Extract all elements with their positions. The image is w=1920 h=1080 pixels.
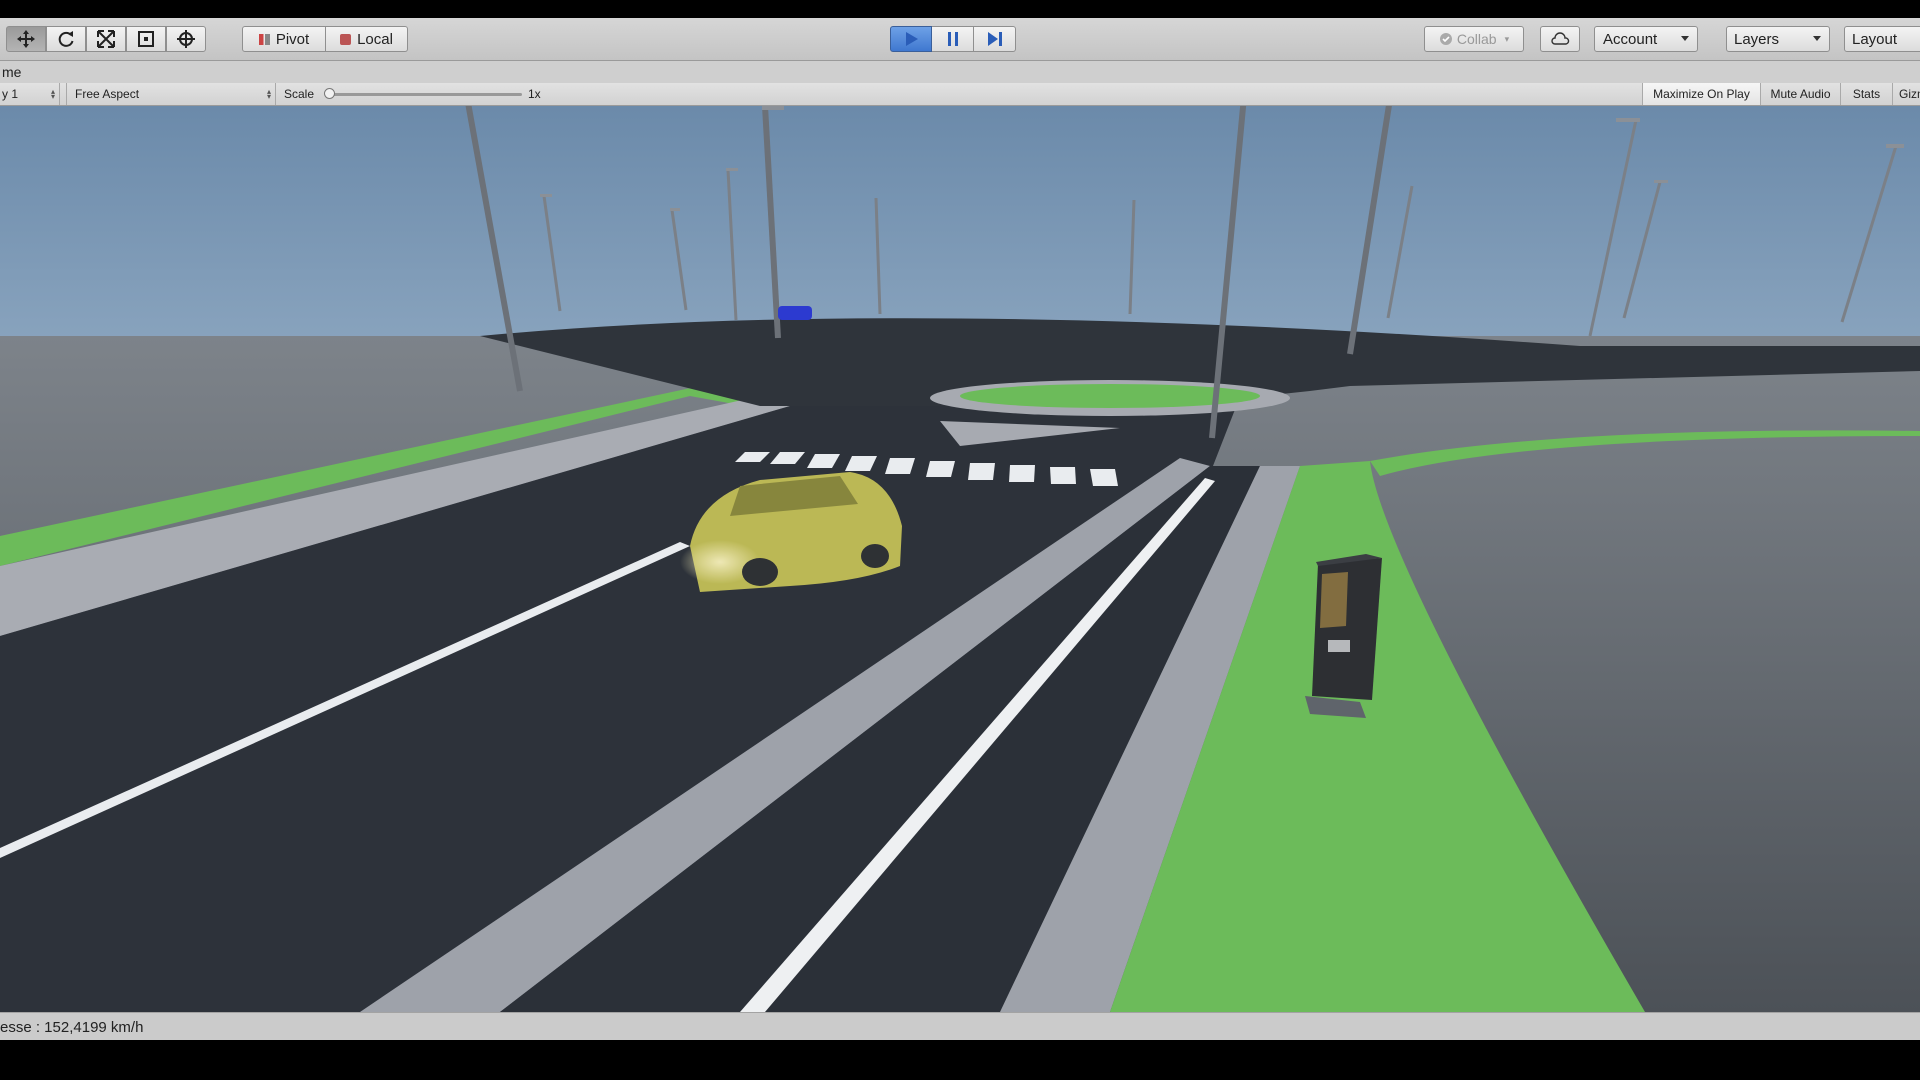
speed-readout: esse : 152,4199 km/h xyxy=(0,1019,144,1036)
updown-icon: ▴ ▾ xyxy=(50,87,55,101)
transform-icon xyxy=(177,30,195,48)
pause-button[interactable] xyxy=(932,26,974,52)
play-icon xyxy=(906,32,918,46)
account-dropdown[interactable]: Account xyxy=(1594,26,1698,52)
scale-label: Scale xyxy=(284,87,315,101)
pause-icon xyxy=(947,32,958,46)
updown-icon: ▴ ▾ xyxy=(266,87,271,101)
rect-tool-button[interactable] xyxy=(126,26,166,52)
roundabout-scene xyxy=(0,106,1920,1012)
scale-tool-button[interactable] xyxy=(86,26,126,52)
chevron-down-icon: ▾ xyxy=(1504,33,1510,44)
scale-value: 1x xyxy=(528,87,541,101)
display-select[interactable]: y 1 ▴ ▾ xyxy=(0,83,60,105)
scale-slider-thumb[interactable] xyxy=(324,88,335,99)
chevron-down-icon xyxy=(1813,36,1821,41)
bottom-black-band xyxy=(0,1040,1920,1080)
rect-transform-icon xyxy=(138,31,154,47)
pivot-toggle[interactable]: Pivot xyxy=(242,26,326,52)
move-icon xyxy=(17,30,35,48)
mute-audio-toggle[interactable]: Mute Audio xyxy=(1760,83,1840,105)
rotate-icon xyxy=(58,31,74,47)
scale-icon xyxy=(97,30,115,48)
distant-blue-car xyxy=(778,306,812,320)
aspect-select[interactable]: Free Aspect ▴ ▾ xyxy=(66,83,276,105)
collab-dropdown[interactable]: Collab ▾ xyxy=(1424,26,1524,52)
main-toolbar: Pivot Local Collab ▾ Account Layers Layo… xyxy=(0,18,1920,61)
tab-game[interactable]: me xyxy=(2,64,21,80)
cube-icon xyxy=(340,33,352,45)
layers-dropdown[interactable]: Layers xyxy=(1726,26,1830,52)
move-tool-button[interactable] xyxy=(6,26,46,52)
gizmos-dropdown[interactable]: Gizm xyxy=(1892,83,1920,105)
rotate-tool-button[interactable] xyxy=(46,26,86,52)
game-view-toolbar: y 1 ▴ ▾ Free Aspect ▴ ▾ Scale 1x Maximize … xyxy=(0,83,1920,106)
cloud-icon xyxy=(1551,32,1570,45)
scale-slider-track[interactable] xyxy=(326,93,522,96)
maximize-on-play-toggle[interactable]: Maximize On Play xyxy=(1642,83,1760,105)
game-tab-row: me xyxy=(0,61,1920,83)
cloud-button[interactable] xyxy=(1540,26,1580,52)
pivot-icon xyxy=(258,33,270,45)
local-toggle[interactable]: Local xyxy=(326,26,408,52)
step-icon xyxy=(987,32,1002,46)
step-button[interactable] xyxy=(974,26,1016,52)
play-button[interactable] xyxy=(890,26,932,52)
layout-dropdown[interactable]: Layout xyxy=(1844,26,1920,52)
top-black-band xyxy=(0,0,1920,18)
game-viewport[interactable] xyxy=(0,106,1920,1012)
chevron-down-icon xyxy=(1681,36,1689,41)
status-bar: esse : 152,4199 km/h xyxy=(0,1012,1920,1041)
check-icon xyxy=(1439,33,1452,45)
stats-toggle[interactable]: Stats xyxy=(1840,83,1892,105)
transform-tool-button[interactable] xyxy=(166,26,206,52)
